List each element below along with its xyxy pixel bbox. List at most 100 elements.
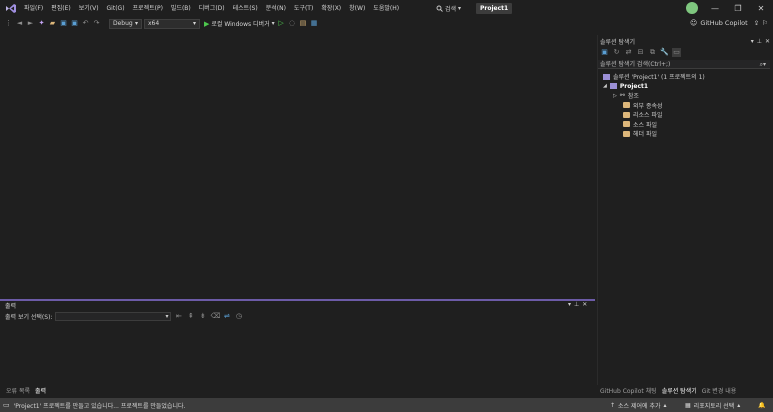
forward-icon[interactable]: ► (26, 19, 35, 28)
menu-bar: 파일(F) 편집(E) 보기(V) Git(G) 프로젝트(P) 빌드(B) 디… (20, 0, 403, 17)
menu-view[interactable]: 보기(V) (75, 0, 103, 17)
close-icon[interactable]: ✕ (765, 38, 770, 45)
platform-value: x64 (148, 19, 160, 27)
expand-arrow-icon[interactable]: ◢ (603, 83, 607, 89)
pending-changes-icon[interactable]: ⇄ (624, 48, 633, 57)
preview-icon[interactable]: ▭ (672, 48, 681, 57)
notifications-icon[interactable]: 🔔 (758, 402, 765, 409)
show-all-files-icon[interactable]: ⧉ (648, 48, 657, 57)
tab-git-changes[interactable]: Git 변경 내용 (702, 386, 737, 395)
collapsed-arrow-icon[interactable]: ▷ (613, 93, 617, 99)
menu-help[interactable]: 도움말(H) (369, 0, 403, 17)
solution-label: 솔루션 'Project1' (1 프로젝트의 1) (613, 74, 705, 82)
minimize-button[interactable]: — (704, 0, 726, 17)
menu-debug[interactable]: 디버그(D) (195, 0, 229, 17)
tree-item-source-files[interactable]: 소스 파일 (603, 120, 705, 130)
save-all-icon[interactable]: ▣ (70, 19, 79, 28)
maximize-button[interactable]: ❐ (727, 0, 749, 17)
configuration-dropdown[interactable]: Debug ▾ (109, 18, 142, 29)
tree-item-resource-files[interactable]: 리소스 파일 (603, 110, 705, 120)
platform-dropdown[interactable]: x64 ▾ (144, 18, 200, 29)
close-button[interactable]: ✕ (750, 0, 772, 17)
window-layout-icon[interactable]: ▦ (310, 19, 319, 28)
solution-tree: 솔루션 'Project1' (1 프로젝트의 1) ◢ Project1 ▷ … (603, 72, 705, 139)
repository-icon: ▦ (685, 401, 691, 409)
menu-git[interactable]: Git(G) (103, 0, 129, 17)
menu-file[interactable]: 파일(F) (20, 0, 47, 17)
hot-reload-icon[interactable]: ◌ (288, 19, 297, 28)
bottom-tabs-right: GitHub Copilot 채팅 솔루션 탐색기 Git 변경 내용 (600, 386, 736, 395)
visual-studio-logo-icon[interactable] (5, 3, 17, 14)
solution-icon (603, 73, 610, 80)
back-icon[interactable]: ◄ (15, 19, 24, 28)
chevron-down-icon: ▾ (271, 20, 275, 27)
start-without-debugging-icon[interactable]: ▷ (277, 19, 286, 28)
redo-icon[interactable]: ↷ (92, 19, 101, 28)
pin-icon[interactable]: ⊥ (757, 38, 762, 45)
tab-solution-explorer[interactable]: 솔루션 탐색기 (662, 386, 697, 395)
tree-item-header-files[interactable]: 헤더 파일 (603, 129, 705, 139)
search-placeholder: 솔루션 탐색기 검색(Ctrl+;) (600, 60, 671, 68)
solution-explorer-toolbar: ▣ ↻ ⇄ ⊟ ⧉ 🔧 ▭ (600, 47, 681, 58)
menu-tools[interactable]: 도구(T) (290, 0, 317, 17)
menu-extensions[interactable]: 확장(X) (317, 0, 345, 17)
search-button[interactable]: 검색 ▾ (436, 0, 461, 17)
save-icon[interactable]: ▣ (59, 19, 68, 28)
menu-analyze[interactable]: 분석(N) (262, 0, 290, 17)
chevron-down-icon: ▾ (192, 19, 196, 27)
standard-toolbar: ⋮ ◄ ► ✦ ▰ ▣ ▣ ↶ ↷ Debug ▾ x64 ▾ ▶ 로컬 Win… (0, 17, 773, 30)
timestamp-icon[interactable]: ◷ (234, 312, 243, 321)
configuration-value: Debug (113, 19, 133, 27)
close-icon[interactable]: ✕ (582, 301, 587, 308)
menu-test[interactable]: 테스트(S) (229, 0, 262, 17)
menu-window[interactable]: 창(W) (345, 0, 369, 17)
tab-error-list[interactable]: 오류 목록 (6, 386, 30, 395)
open-folder-icon[interactable]: ▰ (48, 19, 57, 28)
search-icon (436, 5, 443, 12)
properties-icon[interactable]: 🔧 (660, 48, 669, 57)
tab-copilot-chat[interactable]: GitHub Copilot 채팅 (600, 386, 657, 395)
toolbox-icon[interactable]: ▤ (299, 19, 308, 28)
select-repository-button[interactable]: ▦ 리포지토리 선택 ▴ (685, 401, 740, 410)
project-label: Project1 (619, 82, 649, 90)
solution-explorer-header: 솔루션 탐색기 ▾ ⊥ ✕ (600, 37, 770, 46)
sync-icon[interactable]: ↻ (612, 48, 621, 57)
menu-edit[interactable]: 편집(E) (47, 0, 75, 17)
source-control-label: 소스 제어에 추가 (618, 402, 661, 410)
tree-item-solution[interactable]: 솔루션 'Project1' (1 프로젝트의 1) (603, 72, 705, 82)
output-source-dropdown[interactable]: ▾ (55, 312, 172, 321)
undo-icon[interactable]: ↶ (81, 19, 90, 28)
pin-icon[interactable]: ⊥ (574, 301, 579, 308)
copilot-icon: ☺ (690, 19, 698, 27)
output-title: 출력 (5, 303, 17, 310)
menu-build[interactable]: 빌드(B) (167, 0, 195, 17)
chevron-down-icon[interactable]: ▾ (751, 38, 754, 45)
chevron-down-icon: ▾ (458, 5, 462, 12)
tree-item-external-dependencies[interactable]: 외부 종속성 (603, 101, 705, 111)
solution-explorer-search-input[interactable]: 솔루션 탐색기 검색(Ctrl+;) ⌕▾ (598, 60, 770, 69)
next-message-icon[interactable]: ⇟ (198, 312, 207, 321)
switch-views-icon[interactable]: ▣ (600, 48, 609, 57)
show-output-label: 출력 보기 선택(S): (5, 314, 53, 321)
output-status-icon[interactable]: ▭ (3, 401, 10, 409)
editor-area (0, 31, 595, 299)
avatar[interactable] (686, 2, 698, 14)
feedback-icon[interactable]: ⚐ (762, 19, 768, 27)
tree-item-project[interactable]: ◢ Project1 (603, 82, 705, 92)
folder-icon (623, 102, 630, 109)
clear-all-icon[interactable]: ⌫ (210, 312, 220, 321)
new-project-icon[interactable]: ✦ (37, 19, 46, 28)
github-copilot-button[interactable]: ☺ GitHub Copilot ⇪ ⚐ (690, 17, 768, 29)
menu-project[interactable]: 프로젝트(P) (129, 0, 167, 17)
chevron-down-icon[interactable]: ▾ (568, 301, 571, 308)
previous-message-icon[interactable]: ⇞ (186, 312, 195, 321)
word-wrap-icon[interactable]: ⇌ (222, 312, 231, 321)
copilot-label: GitHub Copilot (700, 19, 748, 27)
tree-item-references[interactable]: ▷ ⚯ 참조 (603, 91, 705, 101)
collapse-all-icon[interactable]: ⊟ (636, 48, 645, 57)
share-icon[interactable]: ⇪ (754, 19, 759, 27)
tab-output[interactable]: 출력 (35, 386, 46, 395)
add-to-source-control-button[interactable]: ↑ 소스 제어에 추가 ▴ (610, 401, 667, 410)
find-message-icon[interactable]: ⇤ (174, 312, 183, 321)
start-debugging-button[interactable]: ▶ 로컬 Windows 디버거 ▾ (204, 19, 275, 29)
